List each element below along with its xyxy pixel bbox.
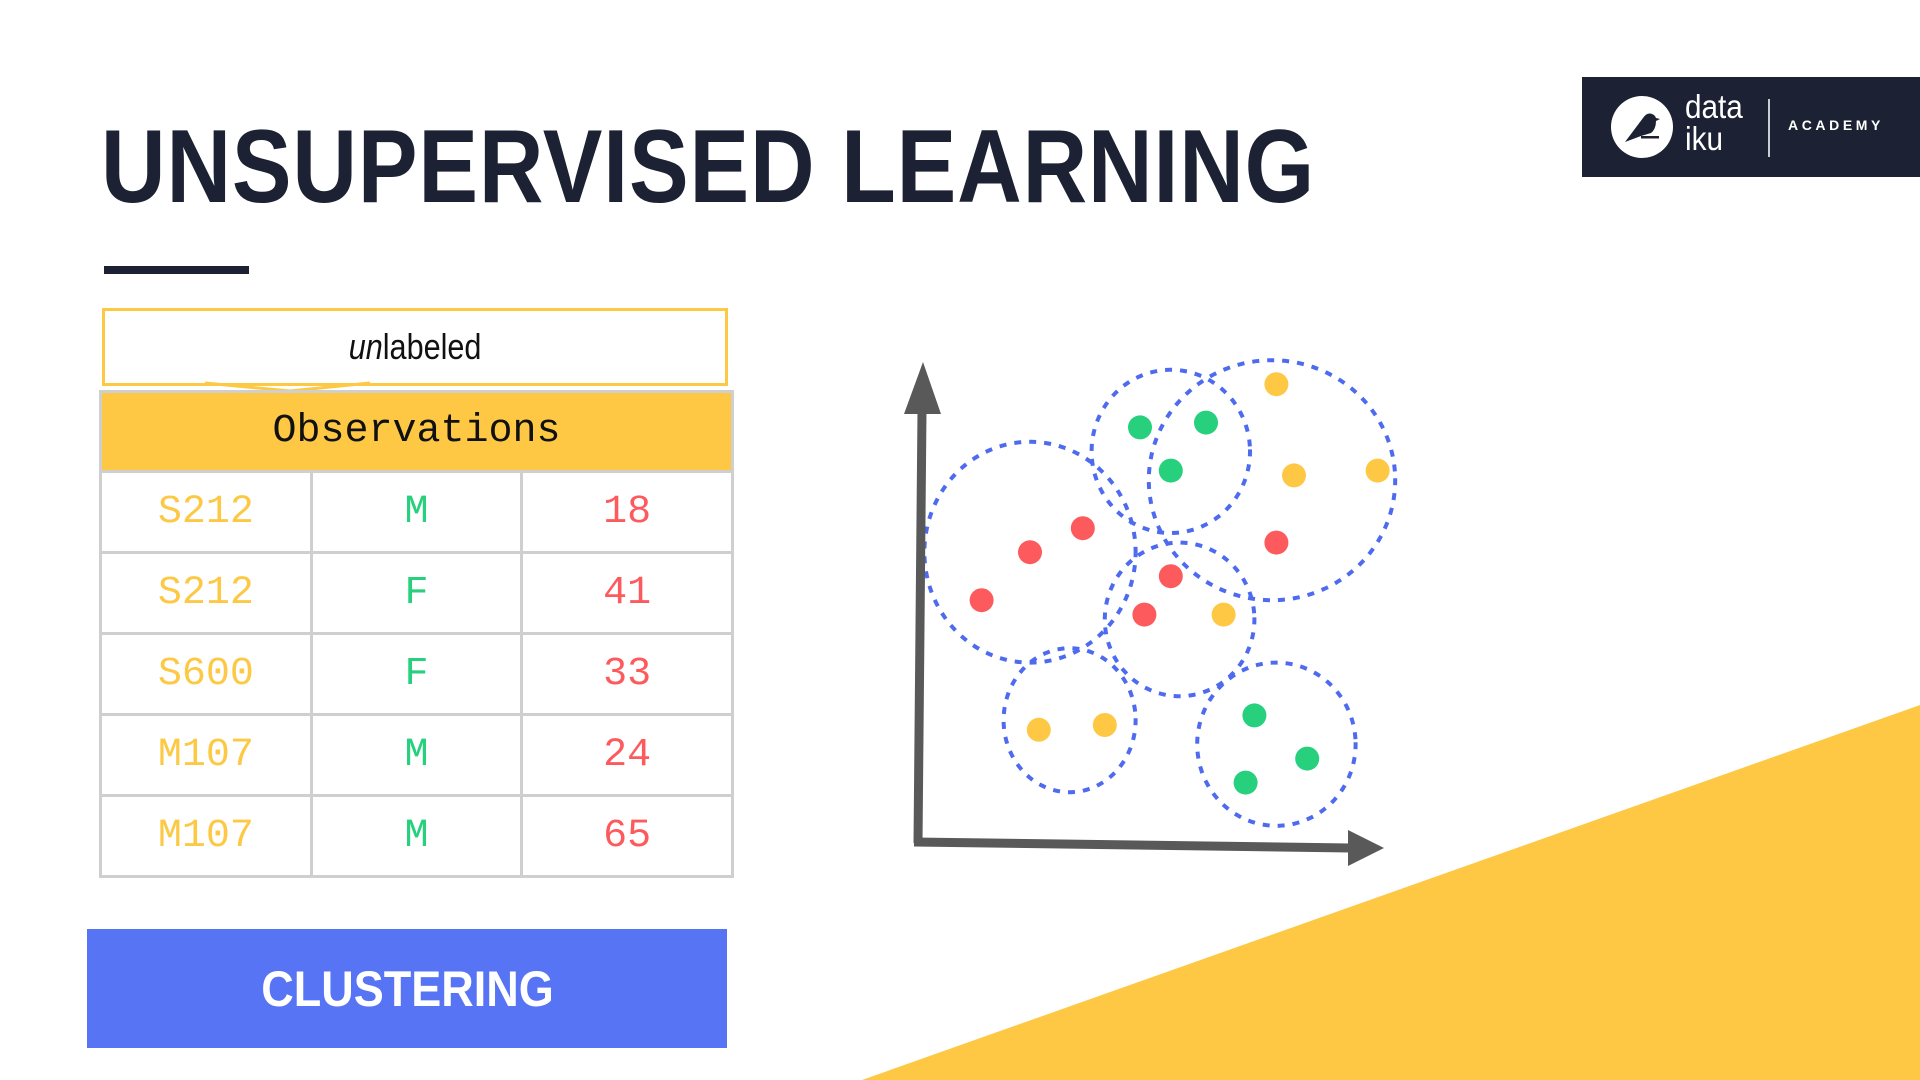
data-points: [969, 372, 1390, 795]
data-point-yellow: [1026, 717, 1051, 742]
data-point-green: [1194, 410, 1218, 435]
data-point-yellow: [1282, 463, 1306, 488]
data-point-red: [1132, 602, 1157, 627]
data-point-green: [1233, 770, 1258, 795]
data-point-yellow: [1211, 602, 1236, 627]
cluster-outline: [1089, 367, 1253, 535]
data-point-red: [969, 588, 994, 613]
data-point-green: [1128, 415, 1152, 440]
cluster-outline: [1146, 358, 1398, 603]
cluster-outlines: [922, 358, 1398, 828]
data-point-green: [1242, 703, 1267, 728]
data-point-red: [1070, 516, 1095, 541]
data-point-red: [1018, 540, 1042, 565]
data-point-red: [1264, 530, 1289, 555]
data-point-yellow: [1092, 713, 1117, 737]
data-point-yellow: [1365, 458, 1390, 483]
x-axis: [913, 830, 1384, 866]
y-axis-line: [913, 409, 927, 844]
y-axis-arrowhead: [904, 362, 941, 414]
data-point-red: [1158, 564, 1183, 589]
cluster-diagram: [904, 358, 1398, 866]
data-point-yellow: [1264, 372, 1289, 397]
data-point-green: [1158, 458, 1183, 483]
cluster-outline: [1195, 660, 1358, 828]
data-point-green: [1295, 746, 1320, 771]
x-axis-arrowhead: [1348, 830, 1384, 866]
cluster-outline: [1001, 646, 1138, 795]
x-axis-line: [913, 837, 1351, 853]
